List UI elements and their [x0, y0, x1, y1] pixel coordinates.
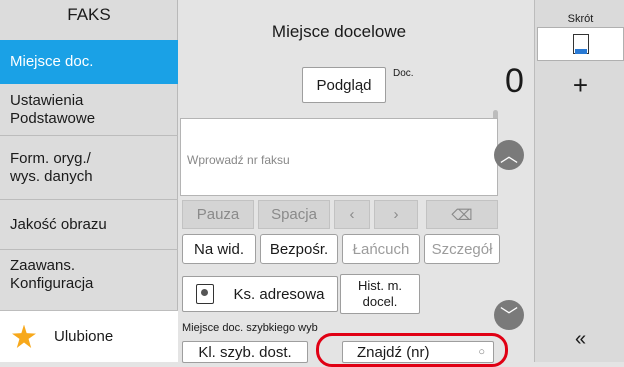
shortcut-label: Skrót — [567, 13, 594, 25]
sidebar-title: FAKS — [67, 5, 111, 24]
address-book-label: Ks. adresowa — [233, 285, 325, 303]
quick-dial-button[interactable]: Kl. szyb. dost. — [182, 341, 308, 363]
doc-count: 0 — [505, 62, 524, 100]
add-shortcut-button[interactable]: + — [537, 70, 624, 101]
backspace-key[interactable]: ⌫ — [426, 200, 498, 229]
sidebar-item-label: Form. oryg./ wys. danych — [10, 149, 93, 185]
cursor-right-key[interactable]: › — [374, 200, 418, 229]
tab-on-hook[interactable]: Na wid. — [182, 234, 256, 264]
cursor-left-key[interactable]: ‹ — [334, 200, 370, 229]
chevron-up-icon: ︿ — [500, 146, 518, 166]
pause-key[interactable]: Pauza — [182, 200, 254, 229]
history-label: Hist. m. docel. — [357, 278, 403, 309]
favorites-button[interactable]: Ulubione — [0, 310, 178, 362]
sidebar-item-label: Zaawans. Konfiguracja — [10, 257, 94, 292]
tab-chain[interactable]: Łańcuch — [342, 234, 420, 264]
scroll-up-button[interactable]: ︿ — [494, 140, 524, 170]
shortcut-button[interactable] — [537, 27, 624, 61]
sidebar-item-original-format[interactable]: Form. oryg./ wys. danych — [0, 136, 178, 200]
sidebar-item-advanced[interactable]: Zaawans. Konfiguracja — [0, 250, 178, 300]
page-title: Miejsce docelowe — [271, 22, 407, 41]
fax-number-input[interactable]: Wprowadź nr faksu — [180, 118, 498, 196]
quick-dial-label: Miejsce doc. szybkiego wyb — [182, 322, 318, 334]
sidebar-item-label: Ustawienia Podstawowe — [10, 91, 96, 127]
chevron-down-icon: ﹀ — [500, 306, 518, 326]
sidebar-item-label: Miejsce doc. — [10, 53, 94, 70]
scroll-down-button[interactable]: ﹀ — [494, 300, 524, 330]
tab-direct[interactable]: Bezpośr. — [260, 234, 338, 264]
favorites-label: Ulubione — [54, 328, 114, 345]
document-icon — [572, 34, 589, 54]
doc-label: Doc. — [393, 68, 414, 79]
preview-button[interactable]: Podgląd — [302, 67, 386, 103]
history-button[interactable]: Hist. m. docel. — [340, 274, 420, 314]
sidebar-item-destination[interactable]: Miejsce doc. — [0, 40, 178, 84]
collapse-panel-button[interactable]: « — [537, 328, 624, 351]
address-book-icon — [195, 284, 214, 304]
address-book-button[interactable]: Ks. adresowa — [182, 276, 338, 312]
space-key[interactable]: Spacja — [258, 200, 330, 229]
tab-detail[interactable]: Szczegół — [424, 234, 500, 264]
sidebar-item-label: Jakość obrazu — [10, 215, 107, 233]
sidebar-item-image-quality[interactable]: Jakość obrazu — [0, 200, 178, 250]
star-icon — [12, 324, 36, 349]
sidebar-item-basic-settings[interactable]: Ustawienia Podstawowe — [0, 84, 178, 136]
